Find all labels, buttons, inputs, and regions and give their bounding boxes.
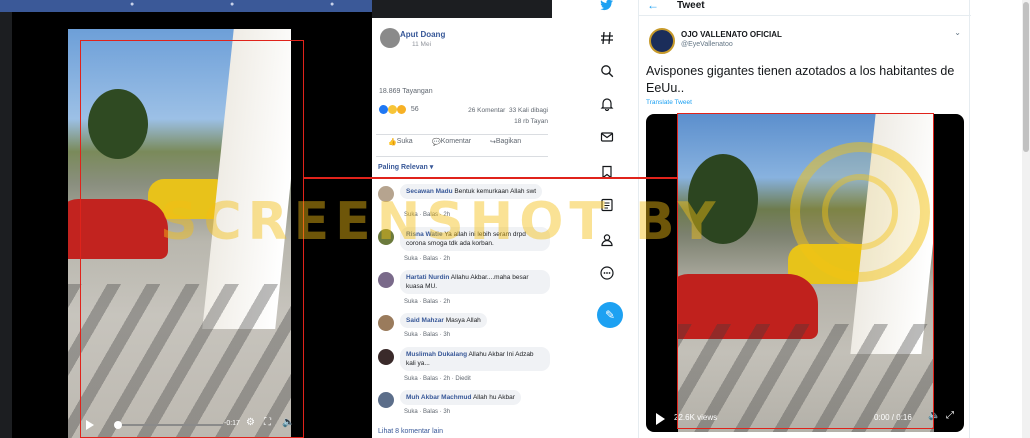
fullscreen-icon[interactable]: ⤢ — [946, 411, 954, 421]
watermark-graphic: SCREENSHOT BY — [160, 192, 722, 252]
commenter-name[interactable]: Hartati Nurdin — [406, 274, 449, 281]
comment-reply-link[interactable]: Balas — [423, 256, 438, 262]
like-label: Suka — [396, 138, 413, 145]
explore-hash-icon[interactable] — [600, 31, 614, 45]
comment-age: 3h — [443, 332, 451, 338]
reaction-count: 56 — [410, 106, 419, 114]
comment-like-link[interactable]: Suka — [404, 299, 418, 305]
wow-reaction-icon — [387, 105, 397, 114]
comment-reply-link[interactable]: Balas — [423, 299, 438, 305]
divider — [376, 134, 548, 135]
twitter-bird-icon[interactable] — [600, 0, 614, 12]
topbar-item[interactable]: ● — [330, 1, 334, 8]
play-icon[interactable] — [86, 420, 94, 430]
share-button[interactable]: ↪ Bagikan — [490, 138, 521, 146]
comment-bubble: Muslimah Dukalang Allahu Akbar Ini Adzab… — [400, 347, 550, 371]
like-button[interactable]: 👍 Suka — [388, 138, 413, 146]
chevron-down-icon[interactable]: ⌄ — [954, 28, 961, 37]
fullscreen-icon[interactable]: ⛶ — [264, 418, 271, 428]
commenter-name[interactable]: Said Mahzar — [406, 317, 444, 324]
more-icon[interactable] — [600, 266, 614, 280]
comment-bubble: Hartati Nurdin Allahu Akbar....maha besa… — [400, 270, 550, 294]
comment-text: Masya Allah — [445, 317, 481, 324]
comment-age: 2h — [443, 256, 451, 262]
comment-reply-link[interactable]: Balas — [423, 332, 438, 338]
scrollbar-thumb[interactable] — [1023, 2, 1029, 152]
comment-button[interactable]: 💬 Komentar — [432, 138, 471, 146]
haha-reaction-icon — [396, 105, 406, 114]
author-avatar[interactable] — [649, 28, 675, 54]
comment-edited-label[interactable]: Diedit — [455, 376, 470, 382]
notifications-bell-icon[interactable] — [600, 97, 614, 111]
watermark-seal-inner — [822, 174, 898, 250]
page-title: Tweet — [677, 0, 705, 11]
comment-bubble: Said Mahzar Masya Allah — [400, 313, 487, 328]
page-scrollbar[interactable] — [1022, 0, 1030, 438]
comment-label: Komentar — [440, 138, 472, 145]
author-handle[interactable]: @EyeVallenatoo — [681, 41, 733, 48]
more-comments-link[interactable]: Lihat 8 komentar lain — [378, 428, 443, 435]
annotation-connector-line — [303, 177, 678, 179]
comment-age: 2h — [443, 299, 451, 305]
watermark-seal-graphic — [790, 142, 930, 282]
topbar-item[interactable]: ● — [130, 1, 134, 8]
comment-like-link[interactable]: Suka — [404, 332, 418, 338]
commenter-name[interactable]: Muh Akbar Machmud — [406, 394, 472, 401]
video-progress-track[interactable] — [114, 424, 224, 426]
share-count[interactable]: 33 Kali dibagi — [509, 107, 548, 114]
search-icon[interactable] — [600, 64, 614, 78]
comment-text: Allah hu Akbar — [472, 394, 515, 401]
post-reactions[interactable]: 56 — [379, 105, 419, 114]
post-view-count: 18.869 Tayangan — [379, 88, 433, 95]
translate-tweet-link[interactable]: Translate Tweet — [646, 99, 692, 106]
comment-like-link[interactable]: Suka — [404, 409, 418, 415]
play-icon[interactable] — [656, 413, 665, 425]
commenter-avatar[interactable] — [378, 349, 394, 365]
comment-reply-link[interactable]: Balas — [423, 409, 438, 415]
commenter-avatar[interactable] — [378, 272, 394, 288]
commenter-name[interactable]: Muslimah Dukalang — [406, 351, 467, 358]
tweet-header: ← Tweet — [639, 0, 971, 16]
comment-count[interactable]: 26 Komentar — [468, 107, 505, 114]
post-author-name[interactable]: Aput Doang — [400, 30, 445, 39]
compose-tweet-button[interactable]: ✎ — [597, 302, 623, 328]
comment-age: 3h — [443, 409, 451, 415]
author-avatar[interactable] — [380, 28, 400, 48]
comment-meta: Suka · Balas · 2h · Diedit — [404, 376, 471, 382]
settings-gear-icon[interactable]: ⚙ — [246, 418, 255, 428]
back-arrow-icon[interactable]: ← — [647, 0, 659, 12]
comment-like-link[interactable]: Suka — [404, 256, 418, 262]
comment-reply-link[interactable]: Balas — [423, 376, 438, 382]
facebook-top-bar: ● ● ● — [0, 0, 372, 12]
like-reaction-icon — [379, 105, 388, 114]
volume-icon[interactable]: 🔈 — [282, 418, 294, 428]
video-progress-thumb[interactable] — [114, 421, 122, 429]
comment-meta: Suka · Balas · 2h — [404, 299, 451, 305]
comment-like-link[interactable]: Suka — [404, 376, 418, 382]
comment-sort-dropdown[interactable]: Paling Relevan ▾ — [378, 163, 433, 171]
comment-bubble: Muh Akbar Machmud Allah hu Akbar — [400, 390, 521, 405]
commenter-avatar[interactable] — [378, 392, 394, 408]
sort-label: Paling Relevan — [378, 164, 428, 171]
comment-meta: Suka · Balas · 2h — [404, 256, 451, 262]
comment-meta: Suka · Balas · 3h — [404, 409, 451, 415]
play-count: 18 rb Tayan — [514, 118, 548, 125]
post-date[interactable]: 11 Mei — [412, 41, 431, 48]
messages-mail-icon[interactable] — [600, 130, 614, 144]
topbar-item[interactable]: ● — [230, 1, 234, 8]
comment-meta: Suka · Balas · 3h — [404, 332, 451, 338]
share-label: Bagikan — [495, 138, 522, 145]
comment-age: 2h — [443, 376, 451, 382]
post-stats: 26 Komentar 33 Kali dibagi 18 rb Tayan — [468, 105, 548, 127]
author-display-name[interactable]: OJO VALLENATO OFICIAL — [681, 30, 782, 39]
divider — [376, 156, 548, 157]
video-time-remaining: -0:17 — [224, 420, 240, 427]
commenter-avatar[interactable] — [378, 315, 394, 331]
facebook-video-controls: -0:17 ⚙ ⛶ 🔈 — [80, 414, 302, 436]
tweet-text: Avispones gigantes tienen azotados a los… — [646, 64, 955, 95]
